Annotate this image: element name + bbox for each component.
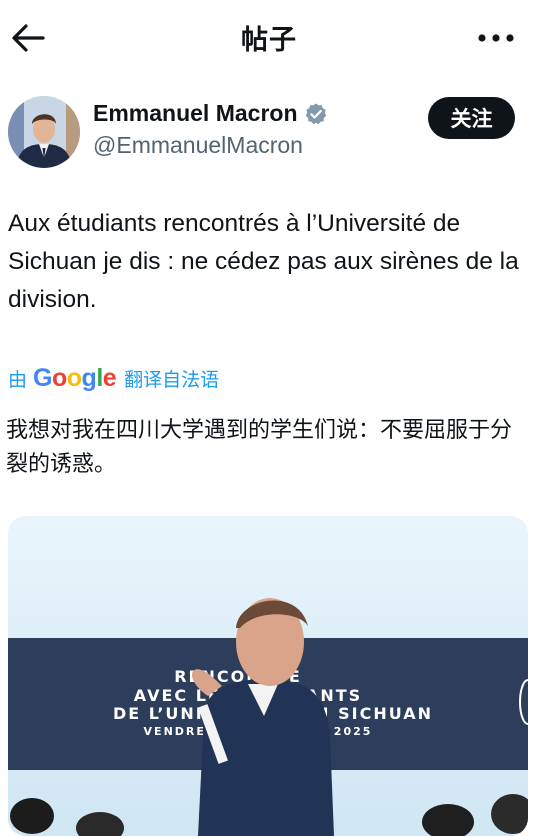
more-options-icon[interactable] [476,26,516,50]
avatar[interactable] [8,96,80,168]
translation-attribution[interactable]: 由 Google 翻译自法语 [8,361,219,395]
verified-badge-icon [305,103,326,124]
page-title: 帖子 [241,25,297,56]
tweet-text: Aux étudiants rencontrés à l’Université … [8,210,519,313]
follow-button[interactable]: 关注 [428,97,515,139]
google-logo: Google [33,363,117,392]
media-scene: RENCONTRE AVEC LES ÉTUDIANTS DE L’UNIVER… [8,516,528,836]
translated-by-label: 由 [8,368,28,391]
author-handle[interactable]: @EmmanuelMacron [93,132,303,159]
top-bar: 帖子 [0,0,538,78]
avatar-portrait-icon [8,96,80,168]
translated-text: 我想对我在四川大学遇到的学生们说：不要屈服于分裂的诱惑。 [6,418,513,477]
tweet-media[interactable]: RENCONTRE AVEC LES ÉTUDIANTS DE L’UNIVER… [8,516,528,836]
author-name[interactable]: Emmanuel Macron [93,100,298,127]
translate-from-french-link[interactable]: 翻译自法语 [124,365,219,392]
author-name-row: Emmanuel Macron [93,100,328,127]
